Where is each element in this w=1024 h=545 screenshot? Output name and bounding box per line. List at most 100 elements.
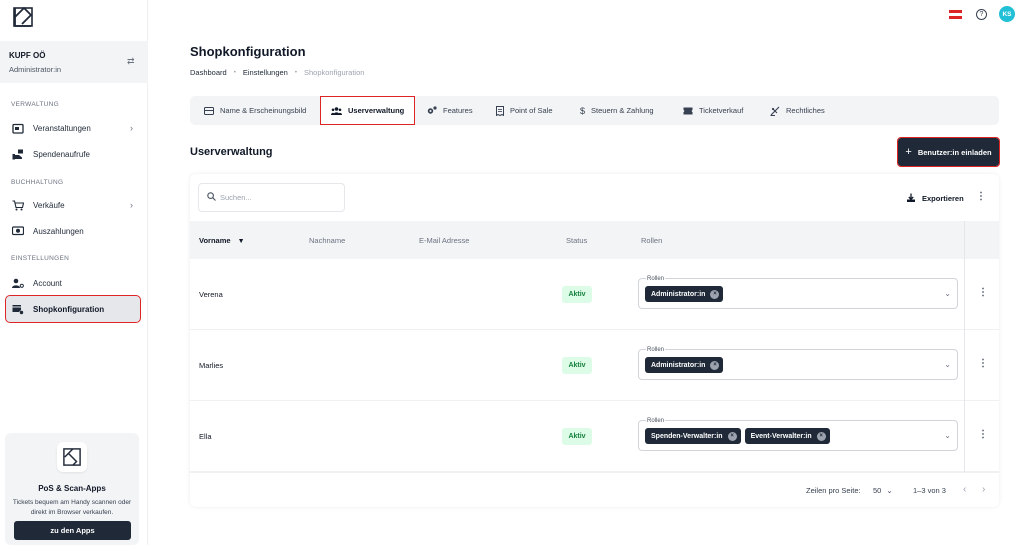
chevron-right-icon: › — [130, 200, 133, 210]
apps-promo-card: PoS & Scan-Apps Tickets bequem am Handy … — [5, 433, 139, 545]
breadcrumb-einstellungen[interactable]: Einstellungen — [243, 68, 288, 77]
tab-userverwaltung[interactable]: Userverwaltung — [319, 96, 416, 125]
settings-tabs: Name & Erscheinungsbild Userverwaltung F… — [190, 96, 999, 125]
remove-role-icon[interactable]: × — [816, 431, 826, 441]
organization-switcher[interactable]: KUPF OÖ Administrator:in ⇄ — [0, 41, 148, 83]
column-label: Vorname — [199, 236, 231, 245]
chevron-down-icon: ⌄ — [886, 486, 893, 495]
roles-select[interactable]: Rollen Spenden-Verwalter:in × Event-Verwa… — [638, 418, 958, 451]
more-options-icon[interactable]: ⋮ — [976, 192, 986, 202]
roles-select[interactable]: Rollen Administrator:in × ⌄ — [638, 276, 958, 309]
scale-icon — [770, 106, 780, 116]
sidebar-item-label: Account — [33, 278, 62, 288]
status-badge: Aktiv — [562, 286, 592, 303]
sort-desc-icon[interactable]: ▼ — [238, 238, 245, 245]
flag-stripe — [949, 16, 962, 19]
table-header: Vorname ▼ Nachname E-Mail Adresse Status… — [190, 221, 999, 259]
section-title-verwaltung: VERWALTUNG — [11, 101, 60, 108]
breadcrumb-current: Shopkonfiguration — [303, 68, 365, 77]
row-more-options-icon[interactable]: ⋮ — [978, 288, 988, 298]
shop-settings-icon — [12, 303, 24, 315]
roles-select[interactable]: Rollen Administrator:in × ⌄ — [638, 347, 958, 380]
sidebar-item-verkaeufe[interactable]: Verkäufe › — [6, 194, 140, 216]
donation-icon — [12, 148, 24, 160]
next-page-icon[interactable]: › — [982, 484, 985, 495]
tab-rechtliches[interactable]: Rechtliches — [770, 96, 825, 125]
export-button[interactable]: Exportieren — [906, 193, 964, 203]
remove-role-icon[interactable]: × — [710, 289, 720, 299]
row-actions-cell: ⋮ — [964, 259, 999, 330]
page-title: Shopkonfiguration — [190, 44, 306, 59]
rows-per-page-select[interactable]: 50 ⌄ — [873, 486, 893, 495]
sidebar-item-label: Verkäufe — [33, 200, 65, 210]
sidebar-item-veranstaltungen[interactable]: Veranstaltungen › — [6, 117, 140, 139]
search-input[interactable] — [220, 193, 330, 202]
column-header-rollen[interactable]: Rollen — [641, 236, 662, 245]
tab-label: Features — [443, 106, 473, 115]
sidebar-item-label: Shopkonfiguration — [33, 304, 105, 314]
roles-field-label: Rollen — [646, 347, 666, 353]
kupfticket-logo-icon[interactable] — [13, 7, 33, 27]
cart-icon — [12, 199, 24, 211]
role-chip-label: Administrator:in — [651, 361, 706, 369]
role-chip-label: Spenden-Verwalter:in — [651, 432, 723, 440]
go-to-apps-button[interactable]: zu den Apps — [14, 521, 131, 540]
table-row: Marlies Aktiv Rollen Administrator:in × ⌄… — [190, 330, 999, 401]
chevron-down-icon[interactable]: ⌄ — [944, 431, 951, 440]
users-table-card: Exportieren ⋮ Vorname ▼ Nachname E-Mail … — [190, 174, 999, 507]
role-chip: Spenden-Verwalter:in × — [645, 428, 741, 444]
swap-icon[interactable]: ⇄ — [127, 56, 137, 66]
invite-user-button[interactable]: + Benutzer:in einladen — [897, 137, 1000, 167]
chevron-down-icon[interactable]: ⌄ — [944, 289, 951, 298]
tab-point-of-sale[interactable]: Point of Sale — [496, 96, 553, 125]
search-field[interactable] — [198, 183, 345, 212]
export-label: Exportieren — [922, 193, 964, 203]
tab-name-erscheinungsbild[interactable]: Name & Erscheinungsbild — [204, 96, 306, 125]
row-more-options-icon[interactable]: ⋮ — [978, 359, 988, 369]
first-name-cell: Ella — [199, 432, 212, 441]
tab-features[interactable]: Features — [427, 96, 473, 125]
chevron-down-icon[interactable]: ⌄ — [944, 360, 951, 369]
language-flag-icon[interactable] — [949, 10, 962, 19]
gears-icon — [427, 106, 437, 115]
row-actions-cell: ⋮ — [964, 330, 999, 401]
tab-label: Rechtliches — [786, 106, 825, 115]
tab-ticketverkauf[interactable]: Ticketverkauf — [683, 96, 743, 125]
column-header-status[interactable]: Status — [566, 236, 587, 245]
remove-role-icon[interactable]: × — [727, 431, 737, 441]
sidebar-item-label: Auszahlungen — [33, 226, 84, 236]
invite-user-label: Benutzer:in einladen — [917, 147, 992, 157]
avatar[interactable]: KS — [999, 6, 1015, 22]
breadcrumb-separator: • — [233, 69, 236, 76]
plus-icon: + — [905, 146, 912, 158]
previous-page-icon[interactable]: ‹ — [963, 484, 966, 495]
column-header-nachname[interactable]: Nachname — [309, 236, 345, 245]
table-row: Ella Aktiv Rollen Spenden-Verwalter:in × … — [190, 401, 999, 472]
status-badge: Aktiv — [562, 428, 592, 445]
org-name: KUPF OÖ — [9, 51, 46, 60]
column-header-email[interactable]: E-Mail Adresse — [419, 236, 469, 245]
dollar-icon: $ — [580, 105, 586, 116]
help-icon[interactable]: ? — [976, 9, 987, 20]
sidebar-item-label: Spendenaufrufe — [33, 149, 90, 159]
apps-logo-icon — [57, 442, 87, 472]
apps-card-title: PoS & Scan-Apps — [38, 484, 106, 493]
actions-column-header — [964, 221, 999, 259]
row-more-options-icon[interactable]: ⋮ — [978, 430, 988, 440]
roles-field-label: Rollen — [646, 276, 666, 282]
sidebar-item-auszahlungen[interactable]: Auszahlungen — [6, 220, 140, 242]
first-name-cell: Marlies — [199, 361, 224, 370]
remove-role-icon[interactable]: × — [710, 360, 720, 370]
rows-per-page-label: Zeilen pro Seite: — [806, 486, 861, 495]
search-icon — [207, 192, 216, 203]
sidebar-item-spendenaufrufe[interactable]: Spendenaufrufe — [6, 143, 140, 165]
role-chip: Administrator:in × — [645, 357, 724, 373]
tab-steuern-zahlung[interactable]: $ Steuern & Zahlung — [580, 96, 654, 125]
sidebar-item-shopkonfiguration[interactable]: Shopkonfiguration — [5, 295, 141, 323]
tab-label: Name & Erscheinungsbild — [220, 106, 307, 115]
apps-card-description: Tickets bequem am Handy scannen oder dir… — [12, 499, 132, 516]
breadcrumb-dashboard[interactable]: Dashboard — [190, 68, 227, 77]
column-header-vorname[interactable]: Vorname ▼ — [199, 236, 245, 245]
sidebar-item-account[interactable]: Account — [6, 272, 140, 294]
download-icon — [906, 193, 916, 203]
